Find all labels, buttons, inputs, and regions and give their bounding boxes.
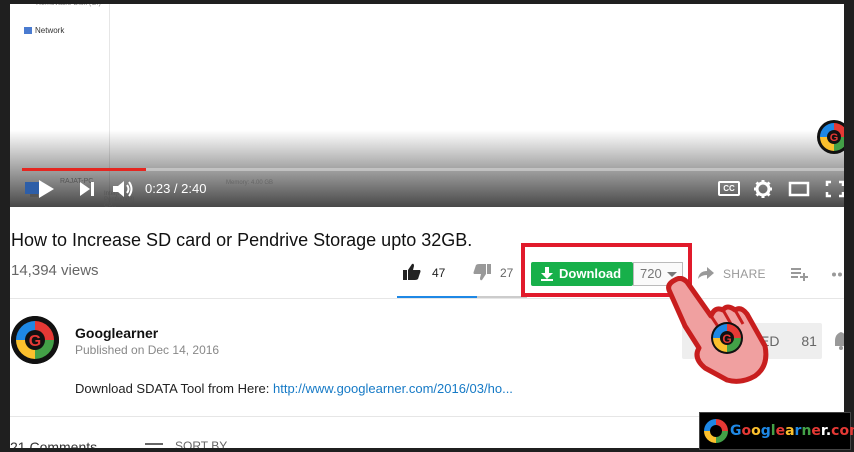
avatar[interactable]: G bbox=[11, 316, 59, 364]
thumbs-up-icon bbox=[403, 263, 421, 280]
svg-text:G: G bbox=[29, 333, 41, 350]
description-text: Download SDATA Tool from Here: bbox=[75, 381, 273, 396]
logo-icon bbox=[704, 419, 728, 443]
window-frame-top bbox=[0, 0, 854, 4]
site-watermark: Googlearner.com bbox=[699, 412, 854, 450]
progress-bar[interactable] bbox=[22, 168, 850, 171]
subscriber-count: 81 bbox=[801, 333, 817, 349]
pointing-hand-icon: G bbox=[666, 276, 769, 384]
fullscreen-icon[interactable] bbox=[825, 180, 845, 198]
thumbs-down-icon bbox=[473, 264, 491, 281]
time-display: 0:23 / 2:40 bbox=[145, 181, 207, 196]
watermark-text: Googlearner.com bbox=[730, 423, 854, 439]
sort-by-button[interactable]: SORT BY bbox=[175, 439, 227, 452]
bell-icon[interactable] bbox=[833, 331, 849, 351]
gear-icon[interactable] bbox=[753, 179, 773, 199]
comment-count: 21 Comments bbox=[10, 439, 98, 452]
view-count: 14,394 views bbox=[11, 262, 99, 279]
volume-icon[interactable] bbox=[111, 178, 135, 200]
add-to-playlist-icon[interactable] bbox=[790, 265, 808, 281]
sort-icon[interactable] bbox=[145, 442, 163, 452]
channel-name[interactable]: Googlearner bbox=[75, 325, 158, 341]
video-title: How to Increase SD card or Pendrive Stor… bbox=[11, 230, 473, 250]
download-arrow-icon bbox=[541, 267, 553, 281]
next-icon[interactable] bbox=[79, 180, 95, 198]
dislike-count: 27 bbox=[500, 266, 514, 280]
svg-text:G: G bbox=[830, 132, 839, 144]
progress-played bbox=[22, 168, 147, 171]
channel-watermark-icon[interactable]: G bbox=[816, 119, 850, 155]
theater-icon[interactable] bbox=[788, 181, 810, 197]
video-description: Download SDATA Tool from Here: http://ww… bbox=[75, 381, 513, 396]
sidebar-item-network: Network bbox=[24, 26, 64, 35]
more-icon[interactable] bbox=[832, 272, 848, 277]
video-player[interactable]: Removable Disk (G:) Network RAJAT-PC Int… bbox=[10, 0, 850, 207]
publish-date: Published on Dec 14, 2016 bbox=[75, 343, 220, 357]
cc-icon[interactable]: CC bbox=[718, 181, 740, 196]
description-link[interactable]: http://www.googlearner.com/2016/03/ho... bbox=[273, 381, 513, 396]
svg-text:G: G bbox=[722, 332, 731, 346]
play-icon[interactable] bbox=[36, 178, 56, 200]
like-count: 47 bbox=[432, 266, 446, 280]
preview-memory: Memory: 4.00 GB bbox=[226, 180, 274, 186]
